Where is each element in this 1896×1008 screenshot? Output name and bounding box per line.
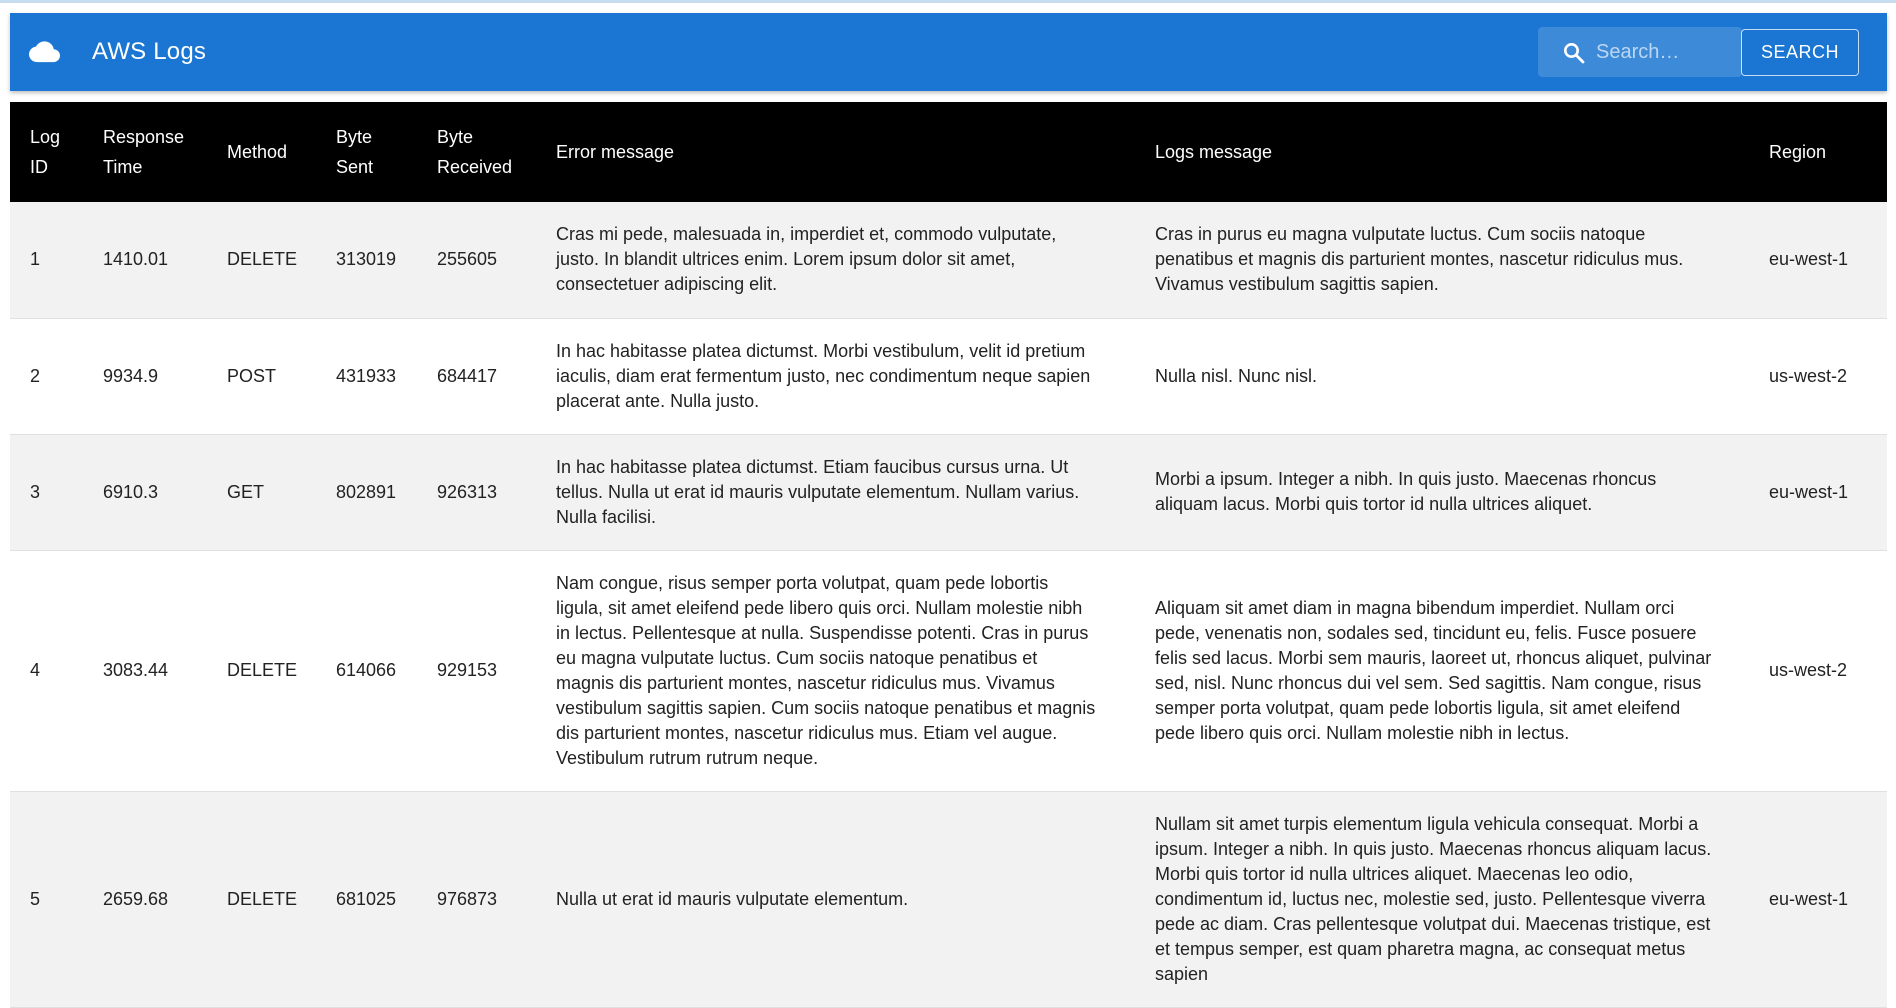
cell-error-message: In hac habitasse platea dictumst. Etiam …	[536, 434, 1135, 551]
cell-logs-message: Aliquam sit amet diam in magna bibendum …	[1135, 550, 1749, 792]
cell-log-id: 2	[10, 318, 83, 435]
app-bar: AWS Logs SEARCH	[10, 13, 1887, 91]
cell-response-time: 9934.9	[83, 318, 207, 435]
cell-method: DELETE	[207, 791, 316, 1008]
cell-byte-received: 255605	[417, 202, 536, 319]
search-input[interactable]	[1596, 35, 1736, 69]
table-row[interactable]: 5 2659.68 DELETE 681025 976873 Nulla ut …	[10, 791, 1887, 1008]
column-header-log-id[interactable]: Log ID	[10, 102, 83, 202]
cell-log-id: 3	[10, 434, 83, 551]
logs-table-container: Log ID Response Time Method Byte Sent By…	[10, 102, 1887, 1008]
table-header: Log ID Response Time Method Byte Sent By…	[10, 102, 1887, 202]
table-body: 1 1410.01 DELETE 313019 255605 Cras mi p…	[10, 202, 1887, 1008]
cell-log-id: 5	[10, 791, 83, 1008]
column-header-byte-sent[interactable]: Byte Sent	[316, 102, 417, 202]
cell-response-time: 1410.01	[83, 202, 207, 319]
cell-region: eu-west-1	[1749, 791, 1887, 1008]
cell-byte-received: 976873	[417, 791, 536, 1008]
cell-method: DELETE	[207, 202, 316, 319]
table-row[interactable]: 3 6910.3 GET 802891 926313 In hac habita…	[10, 434, 1887, 551]
column-header-byte-received[interactable]: Byte Received	[417, 102, 536, 202]
cell-byte-sent: 802891	[316, 434, 417, 551]
column-header-response-time[interactable]: Response Time	[83, 102, 207, 202]
cell-error-message: Cras mi pede, malesuada in, imperdiet et…	[536, 202, 1135, 319]
search-icon	[1564, 43, 1585, 64]
logs-table: Log ID Response Time Method Byte Sent By…	[10, 102, 1887, 1008]
column-header-method[interactable]: Method	[207, 102, 316, 202]
cell-error-message: Nam congue, risus semper porta volutpat,…	[536, 550, 1135, 792]
cell-byte-sent: 681025	[316, 791, 417, 1008]
cell-log-id: 4	[10, 550, 83, 792]
cell-byte-received: 684417	[417, 318, 536, 435]
cloud-icon	[29, 41, 60, 63]
cell-region: eu-west-1	[1749, 202, 1887, 319]
cell-logs-message: Cras in purus eu magna vulputate luctus.…	[1135, 202, 1749, 319]
column-header-error-message[interactable]: Error message	[536, 102, 1135, 202]
search-button[interactable]: SEARCH	[1741, 29, 1859, 76]
cell-response-time: 2659.68	[83, 791, 207, 1008]
table-row[interactable]: 1 1410.01 DELETE 313019 255605 Cras mi p…	[10, 202, 1887, 319]
cell-byte-received: 926313	[417, 434, 536, 551]
app-title: AWS Logs	[92, 38, 207, 65]
cell-method: GET	[207, 434, 316, 551]
table-header-row: Log ID Response Time Method Byte Sent By…	[10, 102, 1887, 202]
cell-response-time: 3083.44	[83, 550, 207, 792]
column-header-region[interactable]: Region	[1749, 102, 1887, 202]
cell-response-time: 6910.3	[83, 434, 207, 551]
cell-method: DELETE	[207, 550, 316, 792]
cell-logs-message: Nullam sit amet turpis elementum ligula …	[1135, 791, 1749, 1008]
cell-byte-sent: 431933	[316, 318, 417, 435]
cell-byte-sent: 614066	[316, 550, 417, 792]
cell-region: us-west-2	[1749, 318, 1887, 435]
table-row[interactable]: 2 9934.9 POST 431933 684417 In hac habit…	[10, 318, 1887, 435]
cell-logs-message: Nulla nisl. Nunc nisl.	[1135, 318, 1749, 435]
cell-region: eu-west-1	[1749, 434, 1887, 551]
cell-region: us-west-2	[1749, 550, 1887, 792]
cell-byte-sent: 313019	[316, 202, 417, 319]
column-header-logs-message[interactable]: Logs message	[1135, 102, 1749, 202]
cell-logs-message: Morbi a ipsum. Integer a nibh. In quis j…	[1135, 434, 1749, 551]
cell-error-message: Nulla ut erat id mauris vulputate elemen…	[536, 791, 1135, 1008]
cell-log-id: 1	[10, 202, 83, 319]
table-row[interactable]: 4 3083.44 DELETE 614066 929153 Nam congu…	[10, 550, 1887, 792]
cell-error-message: In hac habitasse platea dictumst. Morbi …	[536, 318, 1135, 435]
search-box[interactable]	[1538, 27, 1742, 77]
cell-method: POST	[207, 318, 316, 435]
cell-byte-received: 929153	[417, 550, 536, 792]
window-top-strip	[0, 0, 1896, 3]
